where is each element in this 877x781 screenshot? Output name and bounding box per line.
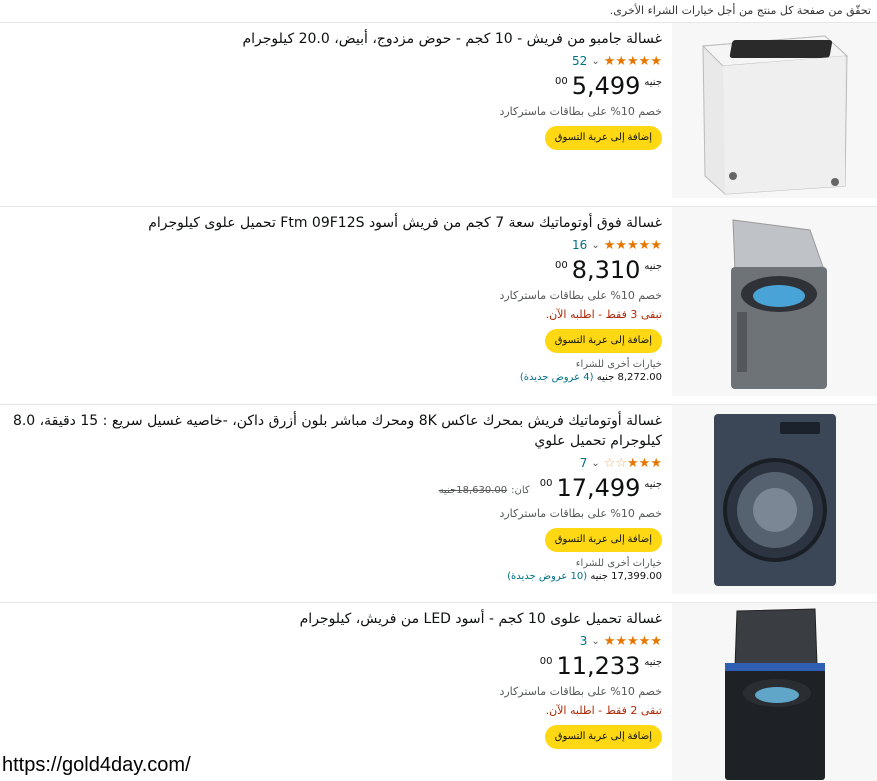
price-fraction: 00 <box>554 260 568 271</box>
price-currency: جنيه <box>644 657 662 668</box>
price[interactable]: جنيه 8,310 00 <box>8 257 662 283</box>
chevron-down-icon[interactable]: ⌄ <box>591 240 599 251</box>
rating-count[interactable]: 3 <box>580 634 588 648</box>
price-whole: 5,499 <box>571 72 641 100</box>
promo-text: خصم 10% على بطاقات ماستركارد <box>499 105 662 118</box>
rating-count[interactable]: 7 <box>580 456 588 470</box>
star-rating-icon: ★★★★★ <box>603 53 662 69</box>
product-image[interactable] <box>672 207 877 396</box>
price-whole: 8,310 <box>571 256 641 284</box>
chevron-down-icon[interactable]: ⌄ <box>591 636 599 647</box>
price-currency: جنيه <box>644 479 662 490</box>
other-buying-options-label: خيارات أخرى للشراء <box>575 558 662 569</box>
was-price-label: كان: <box>511 485 530 496</box>
washer-twin-tub-image <box>701 34 848 195</box>
other-buying-options-label: خيارات أخرى للشراء <box>575 359 662 370</box>
other-offers-link[interactable]: (4 عروض جديدة) <box>520 372 594 383</box>
other-price: 17,399.00 جنيه <box>590 571 662 582</box>
add-to-cart-button[interactable]: إضافة إلى عربة التسوق <box>544 329 662 353</box>
price-whole: 11,233 <box>556 652 641 680</box>
stock-warning: تبقى 2 فقط - اطلبه الآن. <box>545 704 662 717</box>
promo-text: خصم 10% على بطاقات ماستركارد <box>499 289 662 302</box>
other-buying-options[interactable]: 17,399.00 جنيه (10 عروض جديدة) <box>8 571 662 582</box>
was-price: 18,630.00جنيه <box>438 485 508 496</box>
filled-stars: ★★★ <box>627 455 662 471</box>
price-currency: جنيه <box>644 77 662 88</box>
star-rating-icon: ★★★★★ <box>603 237 662 253</box>
other-buying-options[interactable]: 8,272.00 جنيه (4 عروض جديدة) <box>8 372 662 383</box>
product-card: غسالة جامبو من فريش - 10 كجم - حوض مزدوج… <box>0 22 877 198</box>
stock-warning: تبقى 3 فقط - اطلبه الآن. <box>545 308 662 321</box>
rating-count[interactable]: 16 <box>572 238 587 252</box>
price[interactable]: جنيه 11,233 00 <box>8 653 662 679</box>
price-currency: جنيه <box>644 261 662 272</box>
price[interactable]: جنيه 5,499 00 <box>8 73 662 99</box>
product-image[interactable] <box>672 603 877 781</box>
washer-top-load-gray-image <box>730 218 827 389</box>
price[interactable]: جنيه 17,499 00 كان: 18,630.00جنيه <box>8 475 662 501</box>
add-to-cart-button[interactable]: إضافة إلى عربة التسوق <box>544 725 662 749</box>
chevron-down-icon[interactable]: ⌄ <box>591 56 599 67</box>
star-rating-icon: ★★★★★ <box>603 633 662 649</box>
rating-row[interactable]: ★★★★★ ⌄ 16 <box>8 237 662 253</box>
rating-row[interactable]: ★★★★★ ⌄ 3 <box>8 633 662 649</box>
empty-stars: ☆☆ <box>603 455 628 471</box>
washer-front-load-blue-image <box>713 413 836 586</box>
other-offers-link[interactable]: (10 عروض جديدة) <box>507 571 587 582</box>
chevron-down-icon[interactable]: ⌄ <box>591 458 599 469</box>
watermark-url: https://gold4day.com/ <box>0 752 197 781</box>
promo-text: خصم 10% على بطاقات ماستركارد <box>499 507 662 520</box>
rating-row[interactable]: ★★★★★ ⌄ 52 <box>8 53 662 69</box>
product-image[interactable] <box>672 23 877 198</box>
add-to-cart-button[interactable]: إضافة إلى عربة التسوق <box>544 528 662 552</box>
price-fraction: 00 <box>539 478 553 489</box>
other-price: 8,272.00 جنيه <box>596 372 662 383</box>
price-fraction: 00 <box>539 656 553 667</box>
product-title[interactable]: غسالة تحميل علوى 10 كجم - أسود LED من فر… <box>8 609 662 629</box>
rating-row[interactable]: ★★★☆☆ ⌄ 7 <box>8 455 662 471</box>
add-to-cart-button[interactable]: إضافة إلى عربة التسوق <box>544 126 662 150</box>
price-fraction: 00 <box>554 76 568 87</box>
product-card: غسالة فوق أوتوماتيك سعة 7 كجم من فريش أس… <box>0 206 877 396</box>
results-note: تحقّق من صفحة كل منتج من أجل خيارات الشر… <box>609 4 871 17</box>
price-whole: 17,499 <box>556 474 641 502</box>
product-card: غسالة أوتوماتيك فريش بمحرك عاكس 8K ومحرك… <box>0 404 877 594</box>
washer-top-load-black-image <box>724 607 825 780</box>
product-title[interactable]: غسالة جامبو من فريش - 10 كجم - حوض مزدوج… <box>8 29 662 49</box>
rating-count[interactable]: 52 <box>572 54 587 68</box>
star-rating-icon: ★★★☆☆ <box>604 456 662 471</box>
product-image[interactable] <box>672 405 877 594</box>
promo-text: خصم 10% على بطاقات ماستركارد <box>499 685 662 698</box>
product-title[interactable]: غسالة فوق أوتوماتيك سعة 7 كجم من فريش أس… <box>8 213 662 233</box>
product-title[interactable]: غسالة أوتوماتيك فريش بمحرك عاكس 8K ومحرك… <box>8 411 662 451</box>
